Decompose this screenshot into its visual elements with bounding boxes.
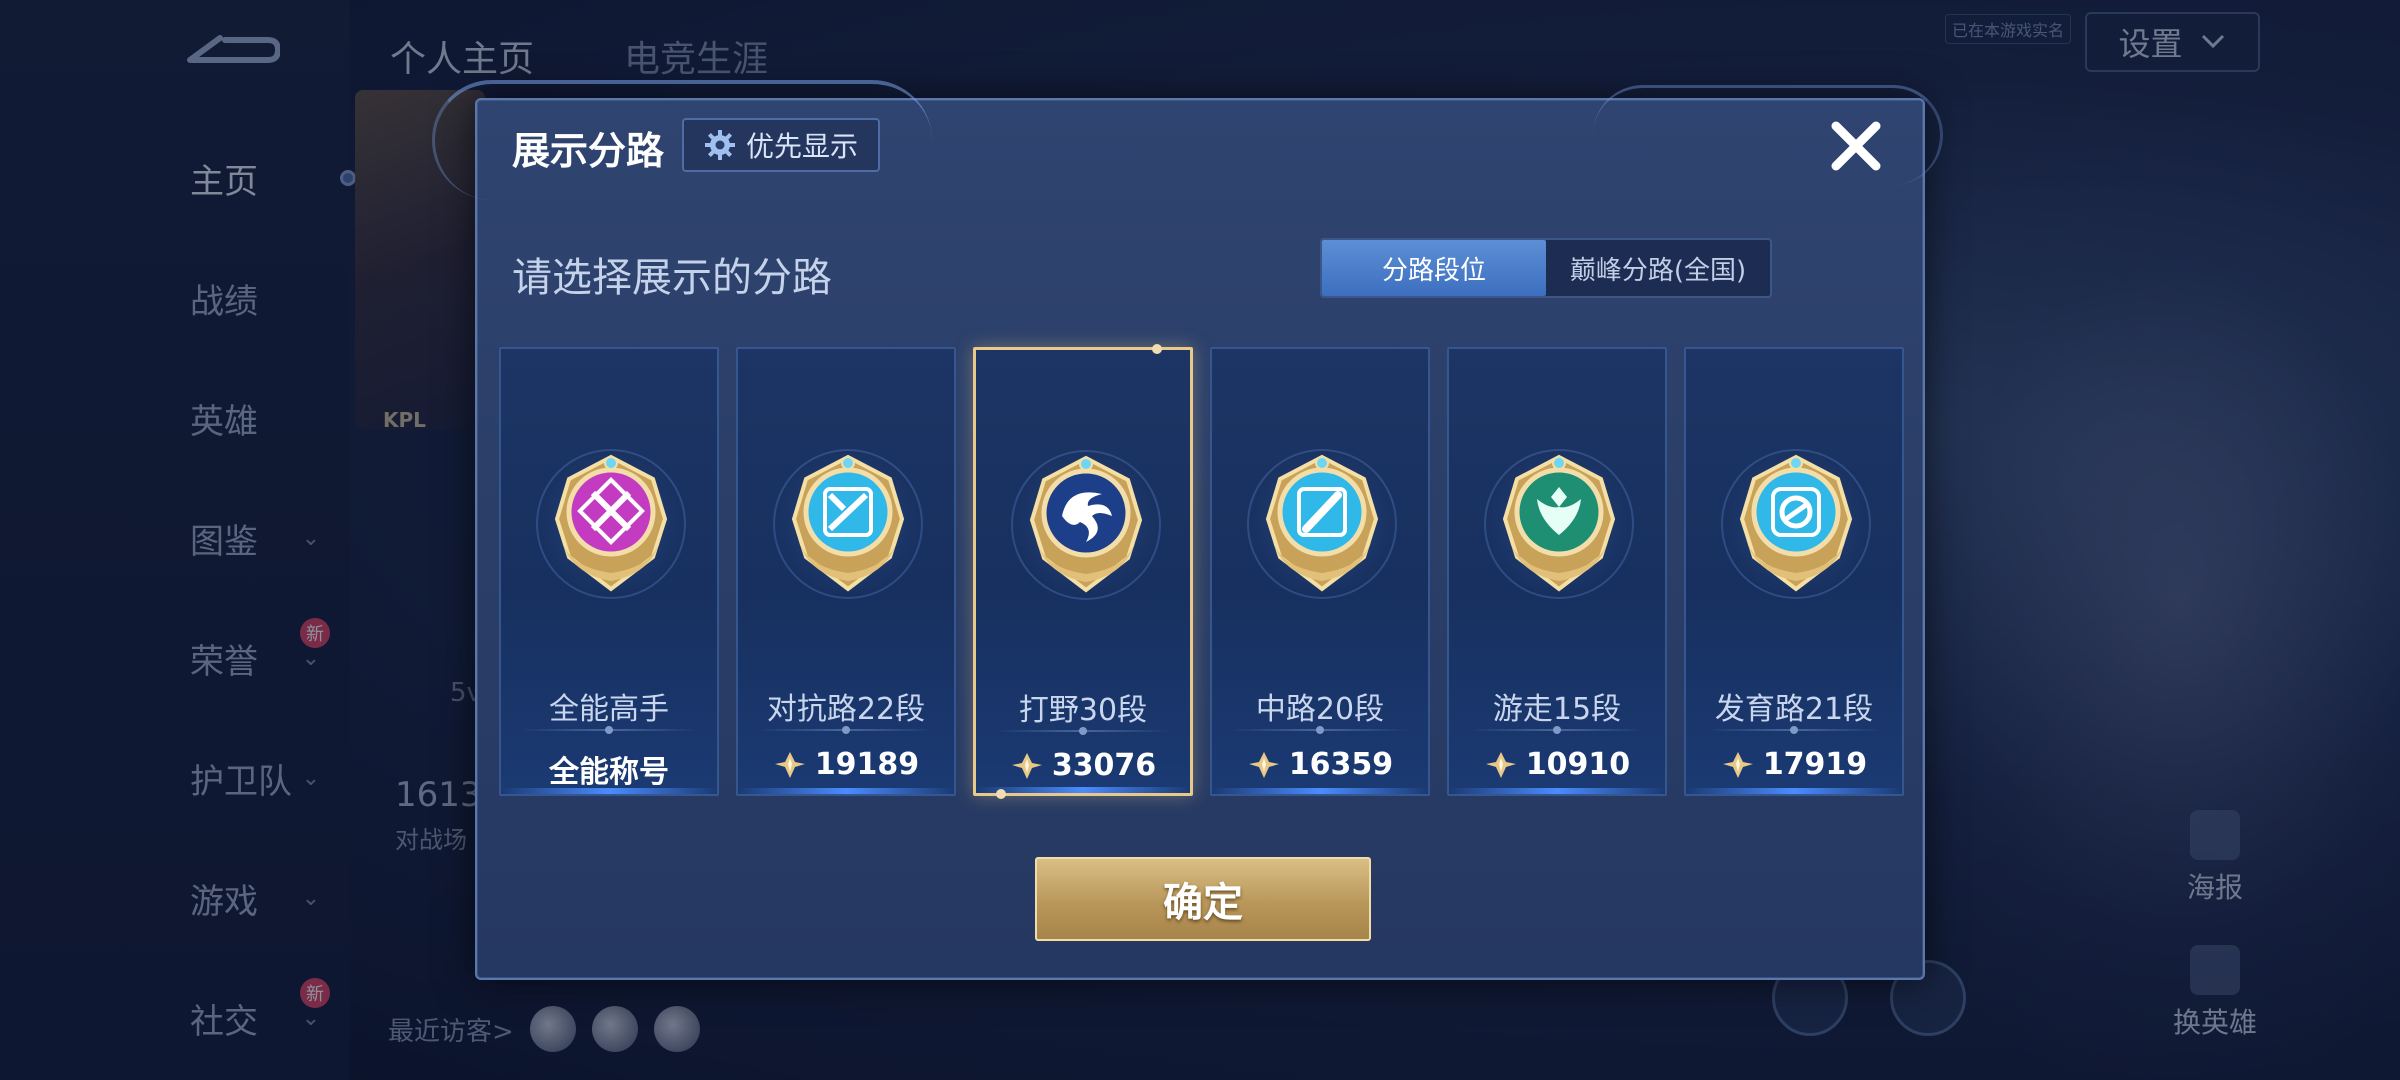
- roam-emblem-icon: [1502, 454, 1616, 592]
- tab-peak-lane[interactable]: 巅峰分路(全国): [1546, 240, 1770, 296]
- lane-card-roam[interactable]: 游走15段 10910: [1447, 347, 1667, 796]
- tab-lane-rank[interactable]: 分路段位: [1322, 240, 1546, 296]
- card-glow: [1212, 788, 1428, 794]
- close-icon: [1831, 121, 1881, 171]
- card-glow: [1686, 788, 1902, 794]
- power-icon: [1485, 751, 1516, 778]
- lane-score: 全能称号: [501, 747, 717, 791]
- lane-score: 33076: [976, 748, 1190, 783]
- power-icon: [1011, 752, 1042, 779]
- card-glow: [738, 788, 954, 794]
- power-icon: [1722, 751, 1753, 778]
- lane-rank-label: 发育路21段: [1714, 692, 1874, 727]
- lane-rank-label: 中路20段: [1255, 692, 1385, 727]
- lane-score-value: 19189: [814, 747, 920, 782]
- lane-score: 19189: [738, 747, 954, 782]
- mid-lane-emblem-icon: [1265, 454, 1379, 592]
- dialog-title: 展示分路: [512, 129, 665, 173]
- divider: [1469, 726, 1645, 734]
- priority-display-button[interactable]: 优先显示: [682, 118, 881, 172]
- clash-lane-emblem-icon: [791, 454, 905, 592]
- power-icon: [774, 751, 805, 778]
- lane-score: 10910: [1449, 747, 1665, 782]
- selection-corner: [996, 789, 1006, 799]
- lane-display-dialog: 展示分路 优先显示 请选择展示的分路 分路段位 巅峰分路(全国) 全能高手全能称…: [432, 80, 1943, 980]
- lane-score-value: 全能称号: [549, 755, 669, 790]
- all-round-emblem-icon: [554, 454, 668, 592]
- lane-score-value: 17919: [1762, 747, 1868, 782]
- lane-score-value: 33076: [1051, 748, 1157, 783]
- lane-score-value: 16359: [1288, 747, 1394, 782]
- lane-rank-label: 全能高手: [549, 692, 669, 727]
- priority-display-label: 优先显示: [746, 130, 859, 163]
- power-icon: [1248, 751, 1279, 778]
- dialog-subtitle: 请选择展示的分路: [512, 255, 832, 301]
- lane-mode-toggle: 分路段位 巅峰分路(全国): [1320, 238, 1772, 298]
- lane-rank-label: 游走15段: [1492, 692, 1622, 727]
- gear-icon: [705, 130, 735, 160]
- jungle-emblem-icon: [1029, 455, 1143, 593]
- selection-corner: [1152, 344, 1162, 354]
- lane-rank-label: 对抗路22段: [766, 692, 926, 727]
- lane-rank-label: 打野30段: [1018, 693, 1148, 728]
- lane-card-farm-lane[interactable]: 发育路21段 17919: [1684, 347, 1904, 796]
- lane-card-clash-lane[interactable]: 对抗路22段 19189: [736, 347, 956, 796]
- lane-score: 16359: [1212, 747, 1428, 782]
- lane-card-all-round[interactable]: 全能高手 全能称号: [499, 347, 719, 796]
- lane-score-value: 10910: [1525, 747, 1631, 782]
- card-glow: [501, 788, 717, 794]
- lane-card-jungle[interactable]: 打野30段 33076: [973, 344, 1193, 799]
- divider: [758, 726, 934, 734]
- confirm-button[interactable]: 确定: [1035, 857, 1371, 941]
- divider: [1232, 726, 1408, 734]
- lane-card-list: 全能高手 全能称号 对抗路22段 19189 打野30段 33076 中路20段 16359 游…: [499, 344, 1904, 799]
- divider: [996, 727, 1170, 735]
- divider: [1706, 726, 1882, 734]
- divider: [521, 726, 697, 734]
- card-glow: [976, 787, 1190, 793]
- lane-score: 17919: [1686, 747, 1902, 782]
- farm-lane-emblem-icon: [1739, 454, 1853, 592]
- lane-card-mid-lane[interactable]: 中路20段 16359: [1210, 347, 1430, 796]
- card-glow: [1449, 788, 1665, 794]
- corner-decoration: [1593, 85, 1943, 185]
- close-button[interactable]: [1824, 114, 1888, 178]
